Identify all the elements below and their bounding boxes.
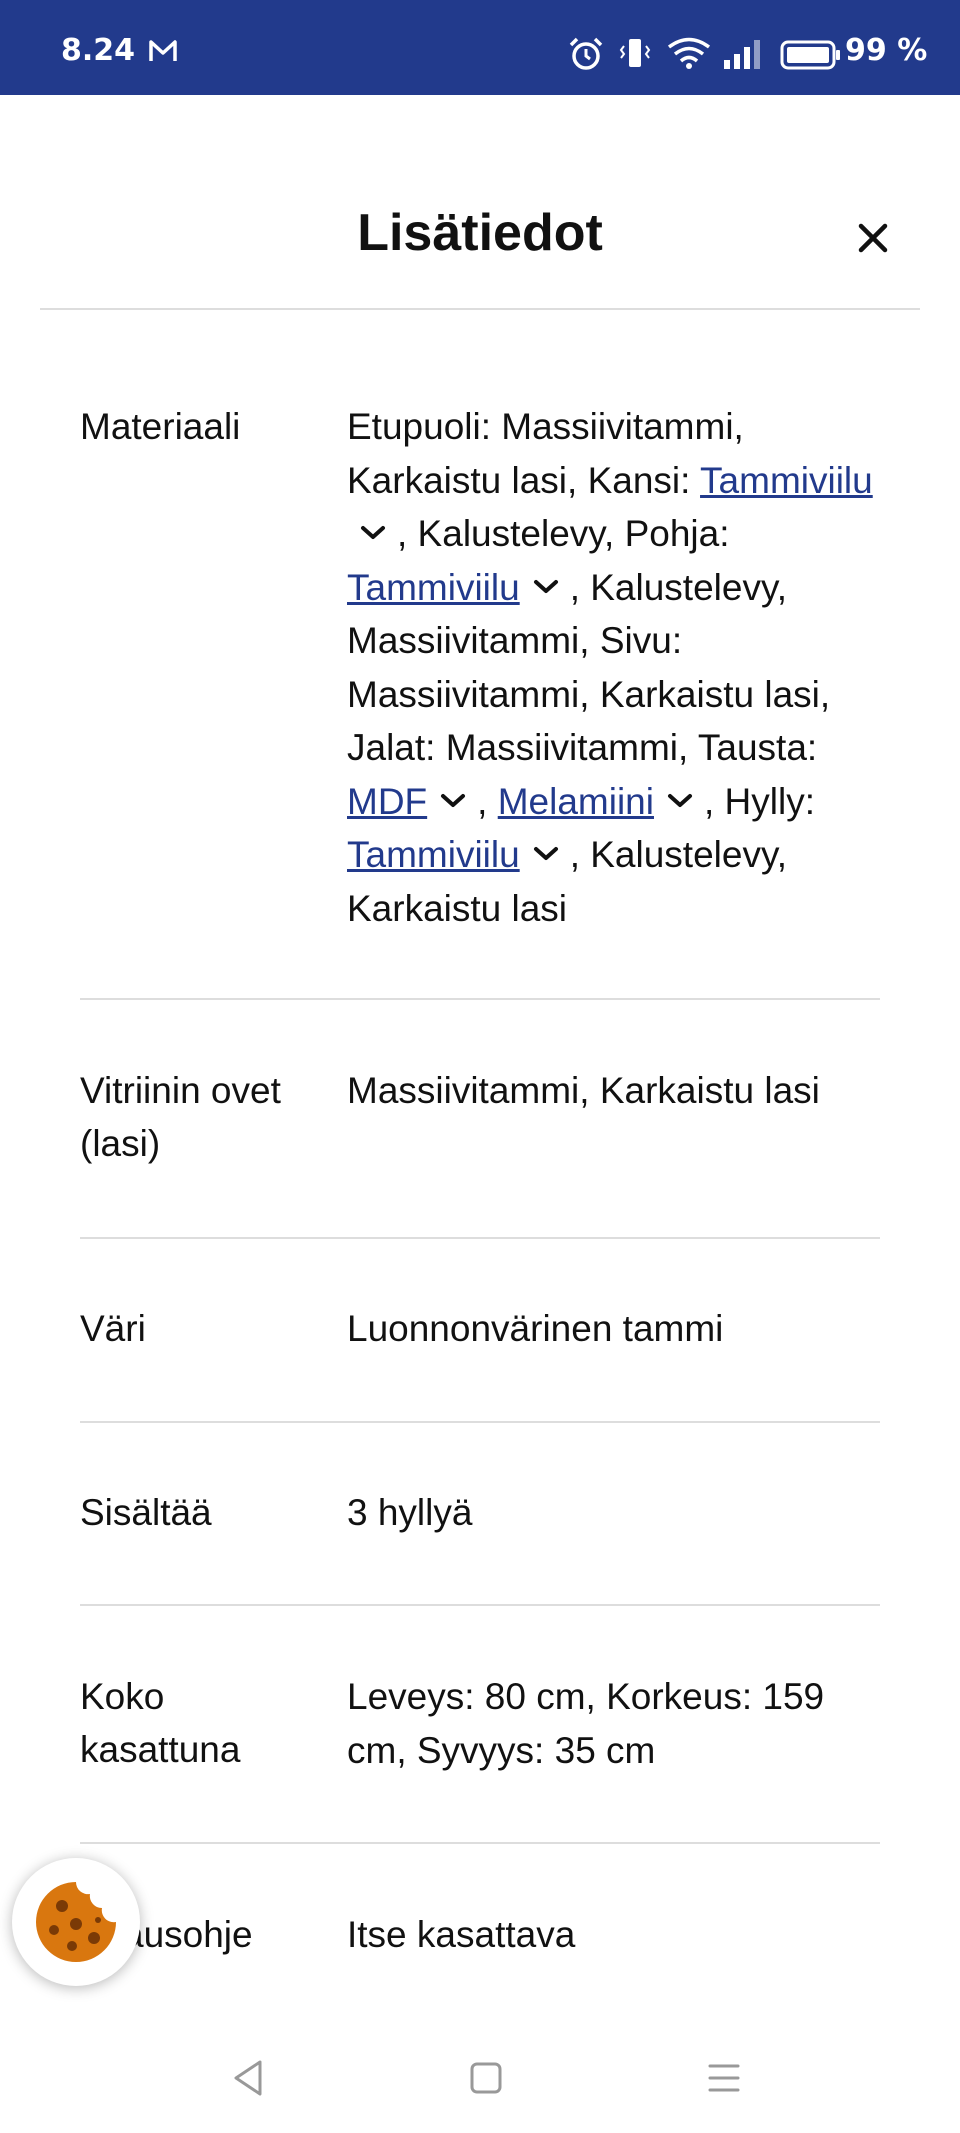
- row-divider: [80, 1604, 880, 1606]
- vibrate-icon: [619, 39, 651, 67]
- chevron-down-icon[interactable]: [359, 524, 387, 542]
- recent-apps-icon[interactable]: [706, 2060, 742, 2096]
- home-icon[interactable]: [468, 2060, 504, 2096]
- battery-percentage: 99 %: [845, 33, 928, 68]
- material-link-mdf[interactable]: MDF: [347, 781, 427, 822]
- value-text: Etupuoli: Massiivitammi, Karkaistu lasi,…: [347, 406, 744, 501]
- material-link-tammiviilu[interactable]: Tammiviilu: [347, 567, 520, 608]
- value-text: , Hylly:: [703, 780, 815, 822]
- spec-label: Väri: [80, 1308, 146, 1349]
- spec-value: 3 hyllyä: [347, 1492, 473, 1533]
- header-divider: [40, 308, 920, 310]
- row-divider: [80, 1842, 880, 1844]
- spec-value: Massiivitammi, Karkaistu lasi: [347, 1070, 820, 1111]
- spec-value: Leveys: 80 cm, Korkeus: 159 cm, Syvyys: …: [347, 1676, 825, 1771]
- dialog-title: Lisätiedot: [357, 204, 603, 262]
- chevron-down-icon[interactable]: [532, 578, 560, 596]
- row-divider: [80, 1421, 880, 1423]
- cookie-icon: [36, 1882, 116, 1962]
- status-time: 8.24: [61, 33, 136, 68]
- dialog-header: Lisätiedot: [0, 95, 960, 310]
- spec-value: Luonnonvärinen tammi: [347, 1308, 724, 1349]
- chevron-down-icon[interactable]: [439, 792, 467, 810]
- spec-label: ausohje: [123, 1914, 253, 1955]
- alarm-icon: [569, 37, 603, 70]
- row-divider: [80, 1237, 880, 1239]
- spec-label: Materiaali: [80, 406, 241, 447]
- spec-label: Koko kasattuna: [80, 1676, 241, 1770]
- spec-label: Sisältää: [80, 1492, 212, 1533]
- material-link-tammiviilu[interactable]: Tammiviilu: [700, 460, 873, 501]
- spec-value: Itse kasattava: [347, 1914, 576, 1955]
- system-navigation-bar: [0, 2030, 960, 2133]
- material-link-tammiviilu[interactable]: Tammiviilu: [347, 834, 520, 875]
- battery-icon: [780, 40, 840, 70]
- row-divider: [80, 998, 880, 1000]
- value-text: ,: [477, 780, 498, 822]
- status-bar: 8.24 99 %: [0, 0, 960, 95]
- chevron-down-icon[interactable]: [532, 845, 560, 863]
- value-text: , Kalustelevy, Pohja:: [397, 513, 730, 554]
- signal-icon: [724, 40, 760, 69]
- mail-icon: [149, 40, 177, 61]
- material-link-melamiini[interactable]: Melamiini: [498, 781, 654, 822]
- spec-value: Etupuoli: Massiivitammi, Karkaistu lasi,…: [347, 400, 887, 935]
- back-icon[interactable]: [230, 2058, 266, 2098]
- close-icon[interactable]: [848, 213, 898, 263]
- wifi-icon: [667, 37, 711, 69]
- chevron-down-icon[interactable]: [666, 792, 694, 810]
- cookie-settings-button[interactable]: [12, 1858, 140, 1986]
- spec-label: Vitriinin ovet (lasi): [80, 1070, 281, 1164]
